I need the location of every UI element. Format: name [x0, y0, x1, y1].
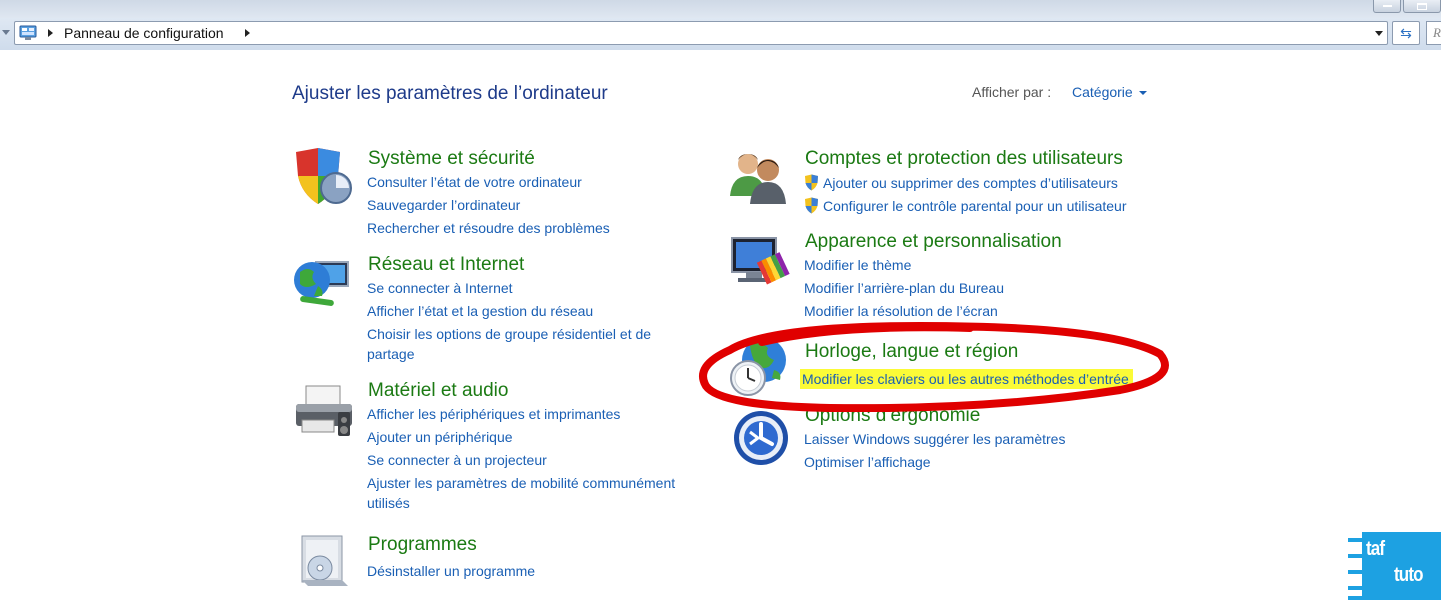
minimize-button[interactable] — [1373, 0, 1401, 13]
minimize-icon — [1383, 5, 1392, 7]
link-change-keyboards[interactable]: Modifier les claviers ou les autres méth… — [800, 369, 1133, 389]
yellow-highlight: Modifier les claviers ou les autres méth… — [800, 369, 1133, 389]
link-devices-printers[interactable]: Afficher les périphériques et imprimante… — [367, 406, 620, 422]
page-title: Ajuster les paramètres de l’ordinateur — [292, 83, 608, 104]
breadcrumb-separator-icon[interactable] — [245, 29, 250, 37]
taftuto-logo: taf tuto — [1348, 530, 1441, 603]
address-bar-row: Panneau de configuration ⇆ R — [0, 18, 1441, 50]
link-change-theme[interactable]: Modifier le thème — [804, 257, 911, 273]
link-optimize-display[interactable]: Optimiser l’affichage — [804, 454, 931, 470]
logo-text-tuto: tuto — [1394, 564, 1424, 586]
category-title-ease[interactable]: Options d’ergonomie — [805, 405, 980, 427]
view-by-label: Afficher par : — [972, 84, 1052, 100]
category-title-programs[interactable]: Programmes — [368, 534, 477, 556]
link-parental-controls[interactable]: Configurer le contrôle parental pour un … — [804, 197, 1127, 214]
link-homegroup-options-cont[interactable]: partage — [367, 346, 414, 362]
uac-shield-icon — [805, 197, 818, 214]
link-uninstall-program[interactable]: Désinstaller un programme — [367, 563, 535, 579]
clock-globe-icon — [730, 338, 786, 396]
view-by-dropdown[interactable]: Catégorie — [1072, 84, 1147, 100]
category-title-clock[interactable]: Horloge, langue et région — [805, 341, 1018, 363]
category-title-appearance[interactable]: Apparence et personnalisation — [805, 231, 1062, 253]
link-mobility-settings[interactable]: Ajuster les paramètres de mobilité commu… — [367, 475, 675, 491]
control-panel-icon — [19, 25, 37, 40]
uac-shield-icon — [805, 174, 818, 191]
category-title-accounts[interactable]: Comptes et protection des utilisateurs — [805, 148, 1123, 170]
recent-pages-icon[interactable] — [2, 30, 10, 35]
ease-of-access-icon — [734, 411, 788, 465]
maximize-icon — [1417, 3, 1427, 10]
printer-icon — [296, 385, 352, 436]
appearance-monitor-icon — [731, 237, 790, 285]
network-globe-icon — [294, 261, 349, 306]
link-network-status[interactable]: Afficher l’état et la gestion du réseau — [367, 303, 593, 319]
refresh-button[interactable]: ⇆ — [1392, 21, 1420, 45]
address-bar[interactable]: Panneau de configuration — [14, 21, 1388, 45]
link-add-remove-accounts-text: Ajouter ou supprimer des comptes d’utili… — [823, 175, 1118, 191]
link-connect-projector[interactable]: Se connecter à un projecteur — [367, 452, 547, 468]
category-title-system[interactable]: Système et sécurité — [368, 148, 535, 170]
refresh-icon: ⇆ — [1400, 25, 1412, 41]
link-view-computer-status[interactable]: Consulter l’état de votre ordinateur — [367, 174, 582, 190]
link-change-desktop-background[interactable]: Modifier l’arrière-plan du Bureau — [804, 280, 1004, 296]
link-add-device[interactable]: Ajouter un périphérique — [367, 429, 513, 445]
link-change-screen-resolution[interactable]: Modifier la résolution de l’écran — [804, 303, 998, 319]
address-dropdown-icon[interactable] — [1375, 31, 1383, 36]
logo-text-taf: taf — [1366, 538, 1385, 560]
link-windows-suggest-settings[interactable]: Laisser Windows suggérer les paramètres — [804, 431, 1065, 447]
users-icon — [730, 154, 786, 204]
category-title-hardware[interactable]: Matériel et audio — [368, 380, 508, 402]
maximize-button[interactable] — [1403, 0, 1441, 13]
link-backup-computer[interactable]: Sauvegarder l’ordinateur — [367, 197, 520, 213]
link-troubleshoot[interactable]: Rechercher et résoudre des problèmes — [367, 220, 610, 236]
search-placeholder: R — [1433, 25, 1441, 40]
security-shield-icon — [296, 148, 352, 204]
link-homegroup-options[interactable]: Choisir les options de groupe résidentie… — [367, 326, 651, 342]
link-add-remove-accounts[interactable]: Ajouter ou supprimer des comptes d’utili… — [804, 174, 1118, 191]
link-connect-internet[interactable]: Se connecter à Internet — [367, 280, 513, 296]
category-title-network[interactable]: Réseau et Internet — [368, 254, 524, 276]
programs-box-icon — [301, 535, 348, 586]
link-parental-controls-text: Configurer le contrôle parental pour un … — [823, 198, 1127, 214]
link-mobility-settings-cont[interactable]: utilisés — [367, 495, 410, 511]
breadcrumb-control-panel[interactable]: Panneau de configuration — [64, 25, 224, 41]
breadcrumb-separator-icon[interactable] — [48, 29, 53, 37]
search-input[interactable]: R — [1426, 21, 1441, 45]
window-title-strip — [0, 0, 1441, 18]
